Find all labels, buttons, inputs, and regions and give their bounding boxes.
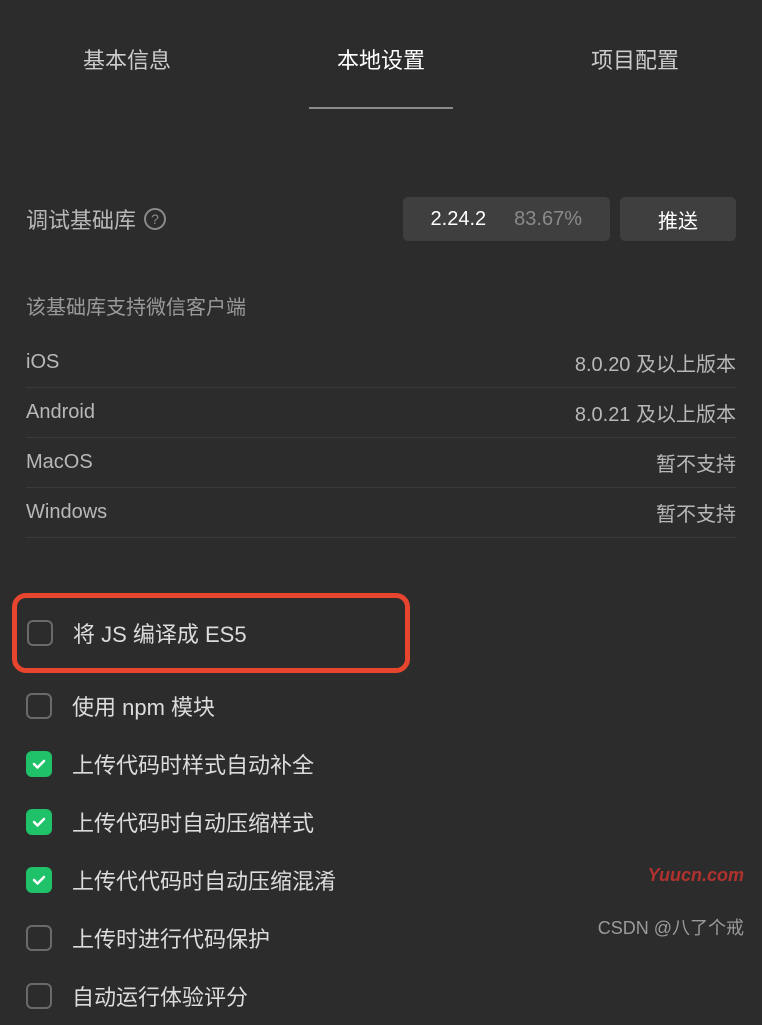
support-row-windows: Windows 暂不支持 bbox=[26, 488, 736, 538]
platform-label: MacOS bbox=[26, 451, 93, 474]
compile-options: 将 JS 编译成 ES5 使用 npm 模块 上传代码时样式自动补全 上传代码时… bbox=[0, 593, 762, 1025]
support-row-macos: MacOS 暂不支持 bbox=[26, 438, 736, 488]
debug-section: 调试基础库 ? 2.24.2 83.67% 推送 该基础库支持微信客户端 iOS… bbox=[0, 197, 762, 538]
watermark-site: Yuucn.com bbox=[648, 865, 744, 886]
platform-value: 8.0.21 及以上版本 bbox=[575, 398, 736, 427]
support-row-ios: iOS 8.0.20 及以上版本 bbox=[26, 338, 736, 388]
highlighted-option: 将 JS 编译成 ES5 bbox=[12, 593, 410, 673]
checkbox-label: 使用 npm 模块 bbox=[72, 690, 215, 722]
checkbox-auto-audit[interactable] bbox=[26, 983, 52, 1009]
debug-controls: 2.24.2 83.67% 推送 bbox=[403, 197, 736, 241]
platform-label: Android bbox=[26, 401, 95, 424]
checkbox-auto-complete-style[interactable] bbox=[26, 751, 52, 777]
tab-basic-info[interactable]: 基本信息 bbox=[55, 35, 199, 109]
tabs-bar: 基本信息 本地设置 项目配置 bbox=[0, 0, 762, 109]
support-row-android: Android 8.0.21 及以上版本 bbox=[26, 388, 736, 438]
checkbox-label: 上传时进行代码保护 bbox=[72, 922, 270, 954]
check-icon bbox=[31, 756, 47, 772]
option-row: 上传代代码时自动压缩混淆 bbox=[26, 851, 736, 909]
tab-local-settings[interactable]: 本地设置 bbox=[309, 35, 453, 109]
platform-value: 暂不支持 bbox=[656, 498, 736, 527]
support-note: 该基础库支持微信客户端 bbox=[26, 291, 736, 320]
checkbox-auto-compress-style[interactable] bbox=[26, 809, 52, 835]
platform-label: iOS bbox=[26, 351, 59, 374]
version-dropdown[interactable]: 2.24.2 83.67% bbox=[403, 197, 610, 241]
platform-label: Windows bbox=[26, 501, 107, 524]
version-value: 2.24.2 bbox=[431, 208, 487, 231]
checkbox-label: 自动运行体验评分 bbox=[72, 980, 248, 1012]
check-icon bbox=[31, 872, 47, 888]
debug-row: 调试基础库 ? 2.24.2 83.67% 推送 bbox=[26, 197, 736, 241]
help-icon[interactable]: ? bbox=[144, 208, 166, 230]
checkbox-compile-es5[interactable] bbox=[27, 620, 53, 646]
checkbox-code-protection[interactable] bbox=[26, 925, 52, 951]
push-button[interactable]: 推送 bbox=[620, 197, 736, 241]
option-row: 上传代码时样式自动补全 bbox=[26, 735, 736, 793]
option-row: 使用 npm 模块 bbox=[26, 677, 736, 735]
option-row: 上传代码时自动压缩样式 bbox=[26, 793, 736, 851]
checkbox-label: 上传代码时样式自动补全 bbox=[72, 748, 314, 780]
debug-library-label: 调试基础库 bbox=[26, 203, 136, 235]
checkbox-use-npm[interactable] bbox=[26, 693, 52, 719]
watermark-author: CSDN @八了个戒 bbox=[598, 914, 744, 940]
tab-project-config[interactable]: 项目配置 bbox=[563, 35, 707, 109]
version-percent: 83.67% bbox=[514, 208, 582, 231]
checkbox-label: 上传代码时自动压缩样式 bbox=[72, 806, 314, 838]
check-icon bbox=[31, 814, 47, 830]
checkbox-label: 上传代代码时自动压缩混淆 bbox=[72, 864, 336, 896]
checkbox-label: 将 JS 编译成 ES5 bbox=[73, 617, 247, 649]
option-row: 自动运行体验评分 bbox=[26, 967, 736, 1025]
platform-value: 暂不支持 bbox=[656, 448, 736, 477]
checkbox-auto-compress-obfuscate[interactable] bbox=[26, 867, 52, 893]
support-list: iOS 8.0.20 及以上版本 Android 8.0.21 及以上版本 Ma… bbox=[26, 338, 736, 538]
platform-value: 8.0.20 及以上版本 bbox=[575, 348, 736, 377]
